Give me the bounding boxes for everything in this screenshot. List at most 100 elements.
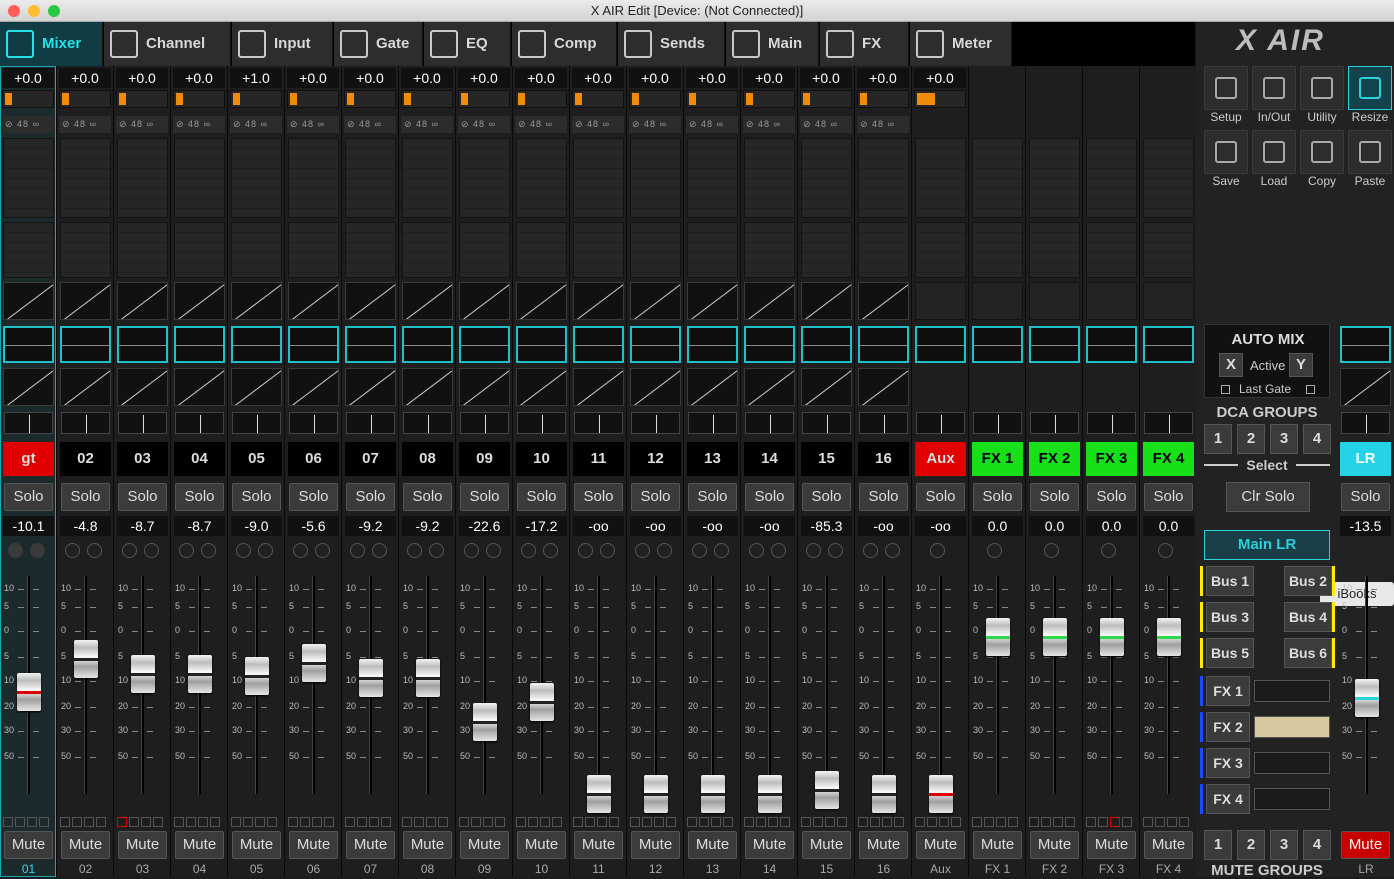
solo-button[interactable]: Solo (973, 483, 1022, 511)
tab-input[interactable]: Input (232, 22, 333, 66)
tab-gate[interactable]: Gate (334, 22, 423, 66)
send-ring[interactable] (429, 543, 444, 558)
gate-curve[interactable] (60, 282, 111, 320)
eq-curve[interactable] (231, 326, 282, 363)
pan-control[interactable] (1087, 412, 1136, 434)
mute-group-4-button[interactable]: 4 (1303, 830, 1331, 860)
eq-curve[interactable] (117, 326, 168, 363)
gate-curve[interactable] (630, 282, 681, 320)
bus-3-button[interactable]: Bus 3 (1206, 602, 1254, 632)
mute-group-3-button[interactable]: 3 (1270, 830, 1298, 860)
channel-name[interactable]: 08 (402, 442, 453, 476)
pan-control[interactable] (1144, 412, 1193, 434)
phantom-power-row[interactable]: ⊘ 48 ∞ (743, 116, 795, 133)
mute-button[interactable]: Mute (346, 831, 395, 859)
eq-curve[interactable] (459, 326, 510, 363)
mute-button[interactable]: Mute (61, 831, 110, 859)
gate-curve[interactable] (744, 282, 795, 320)
channel-fader-knob[interactable] (1043, 618, 1067, 657)
channel-fader-knob[interactable] (587, 775, 611, 813)
send-ring[interactable] (885, 543, 900, 558)
channel-name[interactable]: 06 (288, 442, 339, 476)
send-ring[interactable] (1101, 543, 1116, 558)
channel-fader-knob[interactable] (530, 683, 554, 722)
mute-button[interactable]: Mute (289, 831, 338, 859)
solo-button[interactable]: Solo (1087, 483, 1136, 511)
lr-eq-curve[interactable] (1340, 326, 1391, 363)
gate-curve[interactable] (573, 282, 624, 320)
channel-fader-knob[interactable] (1157, 618, 1181, 657)
close-window-button[interactable] (8, 5, 20, 17)
send-ring[interactable] (372, 543, 387, 558)
comp-curve[interactable] (858, 368, 909, 406)
channel-name[interactable]: FX 4 (1143, 442, 1194, 476)
gate-curve[interactable] (345, 282, 396, 320)
send-ring[interactable] (315, 543, 330, 558)
mute-button[interactable]: Mute (1030, 831, 1079, 859)
gate-curve[interactable] (858, 282, 909, 320)
gain-value[interactable]: +0.0 (800, 68, 852, 88)
fx-unit-thumbnail[interactable] (1254, 680, 1330, 702)
pan-control[interactable] (745, 412, 794, 434)
mute-button[interactable]: Mute (916, 831, 965, 859)
channel-name[interactable]: 05 (231, 442, 282, 476)
mute-button[interactable]: Mute (118, 831, 167, 859)
channel-name[interactable]: 11 (573, 442, 624, 476)
bus-1-button[interactable]: Bus 1 (1206, 566, 1254, 596)
phantom-power-row[interactable]: ⊘ 48 ∞ (857, 116, 909, 133)
gain-value[interactable]: +0.0 (743, 68, 795, 88)
lr-solo-button[interactable]: Solo (1341, 483, 1390, 511)
solo-button[interactable]: Solo (574, 483, 623, 511)
channel-fader-knob[interactable] (359, 659, 383, 698)
send-ring[interactable] (863, 543, 878, 558)
gain-value[interactable]: +0.0 (686, 68, 738, 88)
minimize-window-button[interactable] (28, 5, 40, 17)
comp-curve[interactable] (3, 368, 54, 406)
phantom-power-row[interactable]: ⊘ 48 ∞ (344, 116, 396, 133)
channel-name[interactable]: 07 (345, 442, 396, 476)
channel-name[interactable]: FX 3 (1086, 442, 1137, 476)
eq-curve[interactable] (630, 326, 681, 363)
send-ring[interactable] (749, 543, 764, 558)
eq-curve[interactable] (60, 326, 111, 363)
paste-button[interactable] (1348, 130, 1392, 174)
fx-slot-1-button[interactable]: FX 1 (1206, 676, 1250, 706)
eq-curve[interactable] (1029, 326, 1080, 363)
solo-button[interactable]: Solo (4, 483, 53, 511)
fx-slot-3-button[interactable]: FX 3 (1206, 748, 1250, 778)
gain-value[interactable]: +0.0 (344, 68, 396, 88)
comp-curve[interactable] (60, 368, 111, 406)
tab-main[interactable]: Main (726, 22, 819, 66)
send-ring[interactable] (657, 543, 672, 558)
mute-button[interactable]: Mute (1087, 831, 1136, 859)
comp-curve[interactable] (231, 368, 282, 406)
send-ring[interactable] (122, 543, 137, 558)
send-ring[interactable] (464, 543, 479, 558)
fx-unit-thumbnail[interactable] (1254, 716, 1330, 738)
comp-curve[interactable] (402, 368, 453, 406)
eq-curve[interactable] (858, 326, 909, 363)
save-button[interactable] (1204, 130, 1248, 174)
pan-control[interactable] (1030, 412, 1079, 434)
eq-curve[interactable] (573, 326, 624, 363)
mute-button[interactable]: Mute (688, 831, 737, 859)
channel-name[interactable]: 02 (60, 442, 111, 476)
phantom-power-row[interactable]: ⊘ 48 ∞ (2, 116, 54, 133)
eq-curve[interactable] (174, 326, 225, 363)
comp-curve[interactable] (174, 368, 225, 406)
lr-pan-control[interactable] (1341, 412, 1390, 434)
solo-button[interactable]: Solo (859, 483, 908, 511)
solo-button[interactable]: Solo (916, 483, 965, 511)
channel-fader-knob[interactable] (701, 775, 725, 813)
eq-curve[interactable] (801, 326, 852, 363)
send-ring[interactable] (8, 543, 23, 558)
send-ring[interactable] (350, 543, 365, 558)
channel-fader-knob[interactable] (74, 639, 98, 678)
phantom-power-row[interactable]: ⊘ 48 ∞ (401, 116, 453, 133)
automix-y-button[interactable]: Y (1289, 353, 1313, 377)
gate-curve[interactable] (402, 282, 453, 320)
tab-sends[interactable]: Sends (618, 22, 725, 66)
comp-curve[interactable] (288, 368, 339, 406)
channel-name[interactable]: 15 (801, 442, 852, 476)
lr-comp-curve[interactable] (1340, 368, 1391, 406)
